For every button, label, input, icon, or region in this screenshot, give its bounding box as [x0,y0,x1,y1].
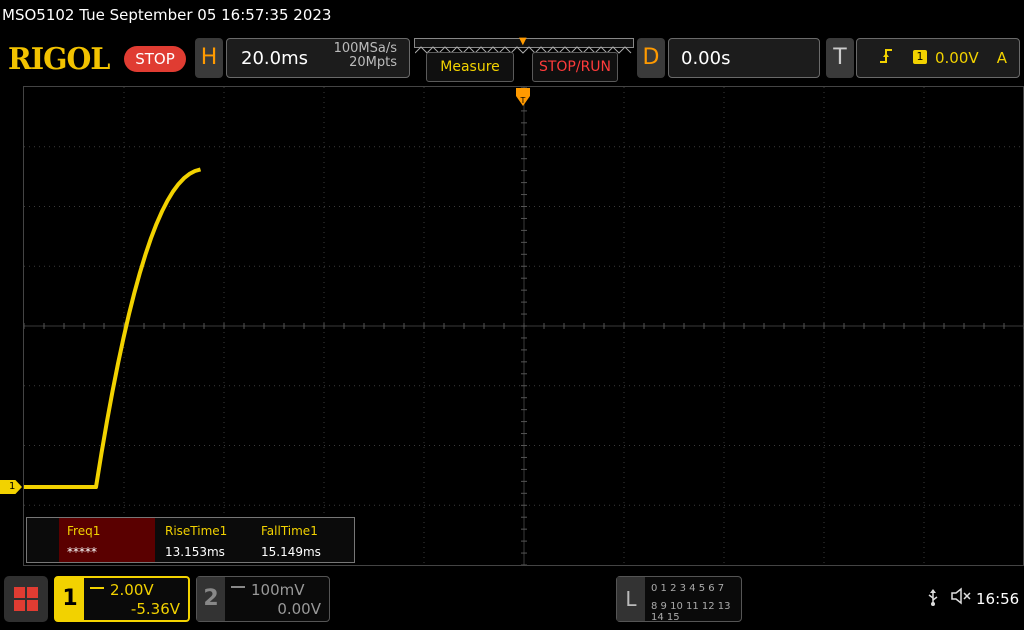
clock: 16:56 [976,590,1020,608]
dc-coupling-icon [90,587,104,595]
trigger-position-marker[interactable]: T [516,88,530,108]
measurement-value: ***** [67,545,97,559]
logic-analyzer-settings[interactable]: L 0 1 2 3 4 5 6 7 8 9 10 11 12 13 14 15 [616,576,742,623]
sample-rate-info: 100MSa/s 20Mpts [334,42,397,70]
trigger-mode: A [996,49,1007,67]
waveform-display[interactable] [23,86,1024,566]
usb-icon[interactable] [926,588,940,610]
logic-channels-row-2: 8 9 10 11 12 13 14 15 [651,601,731,623]
measurement-fall[interactable]: FallTime1 15.149ms [253,518,349,562]
timebase-value: 20.0ms [241,48,308,69]
ch1-waveform-trace [24,167,202,489]
run-status-badge[interactable]: STOP [124,46,186,72]
trigger-settings[interactable]: 1 0.00V A [856,38,1020,78]
horizontal-settings[interactable]: 20.0ms 100MSa/s 20Mpts [226,38,410,78]
channel-2-scale: 100mV [251,581,305,599]
speaker-muted-icon[interactable] [950,587,972,609]
delay-tab[interactable]: D [637,38,665,78]
channel-1-number: 1 [56,578,84,620]
top-control-bar: RIGOL STOP H 20.0ms 100MSa/s 20Mpts ▼ Me… [0,34,1024,86]
trigger-tab[interactable]: T [826,38,854,78]
rigol-logo: RIGOL [8,42,110,77]
horizontal-tab[interactable]: H [195,38,223,78]
measurement-label: FallTime1 [261,524,318,538]
grid-menu-icon [14,587,38,611]
rising-edge-icon [879,48,893,68]
dc-coupling-icon [231,586,245,594]
measurement-value: 15.149ms [261,545,321,559]
trigger-position-icon: ▼ [519,36,527,47]
measurement-label: RiseTime1 [165,524,228,538]
bottom-status-bar: 1 2.00V -5.36V 2 100mV 0.00V L 0 1 2 3 4… [0,566,1024,630]
delay-value: 0.00s [681,48,731,69]
trigger-level: 0.00V [935,49,979,67]
stop-run-button[interactable]: STOP/RUN [532,52,618,82]
measurement-rise[interactable]: RiseTime1 13.153ms [157,518,253,562]
channel-1-settings[interactable]: 1 2.00V -5.36V [54,576,190,622]
measurement-value: 13.153ms [165,545,225,559]
delay-settings[interactable]: 0.00s [668,38,820,78]
trigger-source: 1 [913,50,927,64]
measurement-panel[interactable]: Freq1 ***** RiseTime1 13.153ms FallTime1… [26,517,355,563]
channel-2-settings[interactable]: 2 100mV 0.00V [196,576,330,622]
channel-1-scale: 2.00V [110,581,154,599]
channel-2-offset: 0.00V [277,600,321,618]
sample-rate: 100MSa/s [333,41,397,56]
measurement-label: Freq1 [67,524,101,538]
channel-2-number: 2 [197,577,225,621]
measurement-freq[interactable]: Freq1 ***** [59,518,155,562]
memory-depth: 20Mpts [349,55,397,70]
title-bar: MSO5102 Tue September 05 16:57:35 2023 [0,0,1024,34]
graticule [24,87,1024,565]
memory-position-strip[interactable]: ▼ [414,36,634,54]
channel-1-offset: -5.36V [130,600,180,618]
logic-channels-row-1: 0 1 2 3 4 5 6 7 [651,583,725,594]
home-menu-button[interactable] [4,576,48,622]
ch1-offset-marker[interactable]: 1 [0,480,22,494]
measure-button[interactable]: Measure [426,52,514,82]
logic-tab: L [617,577,645,621]
model-datetime: MSO5102 Tue September 05 16:57:35 2023 [2,6,332,24]
svg-text:T: T [520,96,526,105]
